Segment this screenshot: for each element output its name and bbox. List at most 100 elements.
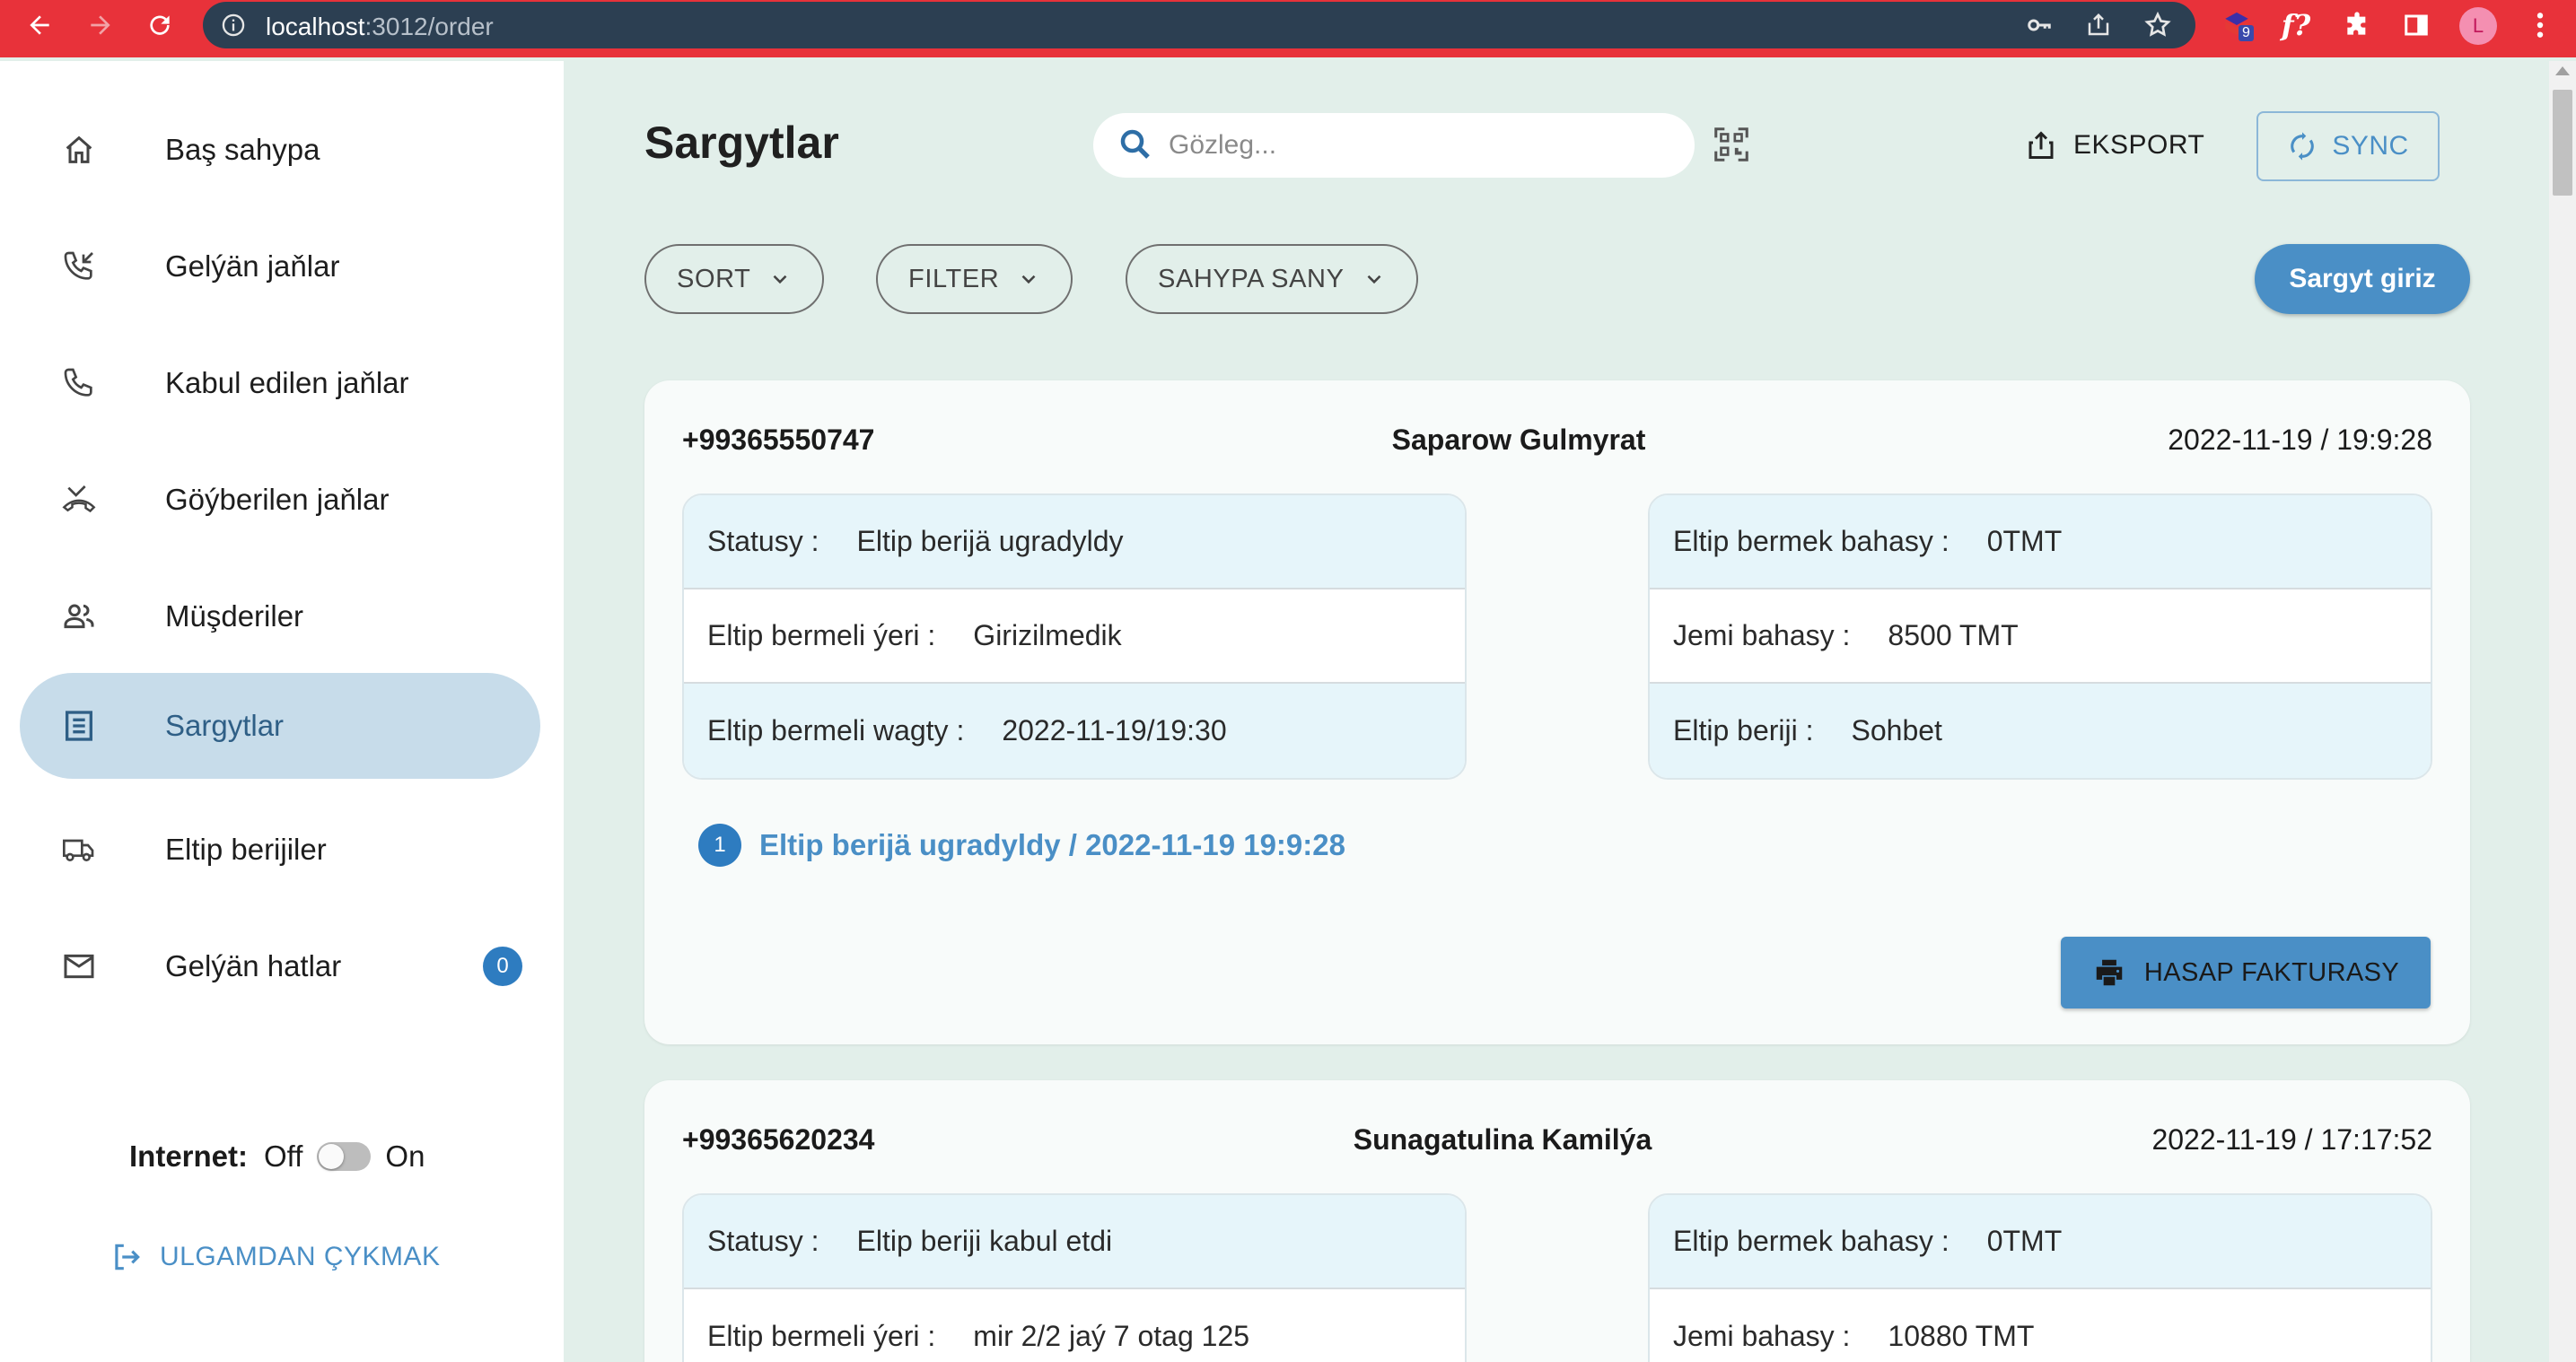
puzzle-icon[interactable]	[2337, 5, 2377, 45]
total-price-row: Jemi bahasy :8500 TMT	[1650, 589, 2431, 684]
logout-icon	[110, 1240, 144, 1274]
address-row: Eltip bermeli ýeri : Girizilmedik	[684, 589, 1465, 684]
sidebar-item-label: Eltip berijiler	[165, 833, 327, 866]
sidebar-item-missed-calls[interactable]: Göýberilen jaňlar	[20, 447, 540, 553]
sidebar-item-orders[interactable]: Sargytlar	[20, 673, 540, 779]
step-number: 1	[698, 824, 741, 867]
extension-badge: 9	[2239, 25, 2254, 41]
missed-call-icon	[59, 482, 99, 518]
truck-icon	[59, 832, 99, 868]
home-icon	[59, 132, 99, 168]
new-order-button[interactable]: Sargyt giriz	[2255, 244, 2470, 314]
sidebar: Baş sahypa Gelýän jaňlar Kabul edilen ja…	[0, 61, 564, 1362]
star-icon[interactable]	[2140, 7, 2176, 43]
internet-toggle[interactable]	[317, 1142, 372, 1171]
scroll-up-arrow-icon[interactable]	[2555, 66, 2570, 75]
internet-on-label: On	[385, 1139, 425, 1173]
step-text: Eltip berijä ugradyldy / 2022-11-19 19:9…	[759, 828, 1345, 861]
order-details-right: Eltip bermek bahasy :0TMT Jemi bahasy :8…	[1648, 493, 2432, 780]
incoming-call-icon	[59, 249, 99, 284]
list-icon	[59, 708, 99, 744]
order-phone: +99365550747	[682, 423, 875, 456]
sync-button[interactable]: SYNC	[2256, 111, 2440, 181]
sidebar-item-label: Sargytlar	[165, 709, 285, 742]
chevron-down-icon	[768, 267, 792, 291]
order-date: 2022-11-19 / 17:17:52	[2151, 1123, 2432, 1156]
qr-scan-icon[interactable]	[1711, 124, 1752, 165]
sort-label: SORT	[677, 264, 751, 293]
reload-icon[interactable]	[138, 5, 181, 45]
internet-off-label: Off	[264, 1139, 303, 1173]
unread-badge: 0	[483, 947, 522, 986]
extension-icon[interactable]: 9	[2217, 5, 2256, 45]
address-bar[interactable]: localhost:3012/order	[203, 2, 2195, 48]
sidebar-item-label: Göýberilen jaňlar	[165, 483, 390, 516]
fx-extension-icon[interactable]: f?	[2276, 5, 2316, 45]
sidebar-item-label: Gelýän hatlar	[165, 949, 342, 982]
side-panel-icon[interactable]	[2396, 5, 2436, 45]
sidebar-item-incoming-calls[interactable]: Gelýän jaňlar	[20, 214, 540, 319]
phone-icon	[59, 365, 99, 401]
logout-button[interactable]: ULGAMDAN ÇYKMAK	[110, 1240, 441, 1274]
share-icon[interactable]	[2081, 7, 2116, 43]
invoice-label: HASAP FAKTURASY	[2143, 957, 2400, 987]
people-icon	[59, 598, 99, 634]
address-row: Eltip bermeli ýeri : mir 2/2 jaý 7 otag 1…	[707, 1320, 1250, 1352]
key-icon[interactable]	[2021, 7, 2057, 43]
back-icon[interactable]	[18, 5, 61, 45]
chevron-down-icon	[1017, 267, 1040, 291]
status-row: Statusy : Eltip beriji kabul etdi	[684, 1195, 1465, 1289]
search-box[interactable]	[1093, 113, 1695, 178]
order-details-left: Statusy : Eltip berijä ugradyldy Eltip be…	[682, 493, 1467, 780]
mail-icon	[59, 948, 99, 984]
sidebar-item-label: Baş sahypa	[165, 133, 320, 166]
status-row: Statusy : Eltip berijä ugradyldy	[684, 495, 1465, 589]
filter-button[interactable]: FILTER	[876, 244, 1073, 314]
invoice-button[interactable]: HASAP FAKTURASY	[2061, 937, 2431, 1008]
export-label: EKSPORT	[2073, 130, 2205, 160]
delivery-time-row: Eltip bermeli wagty :2022-11-19/19:30	[684, 684, 1465, 778]
sync-label: SYNC	[2332, 131, 2409, 161]
sidebar-item-customers[interactable]: Müşderiler	[20, 563, 540, 669]
order-status-step: 1 Eltip berijä ugradyldy / 2022-11-19 19…	[698, 824, 1345, 867]
sidebar-item-label: Gelýän jaňlar	[165, 249, 340, 283]
page-title: Sargytlar	[644, 118, 839, 168]
page-size-button[interactable]: SAHYPA SANY	[1126, 244, 1418, 314]
filter-label: FILTER	[908, 264, 1000, 293]
order-customer-name: Sunagatulina Kamilýa	[1353, 1123, 1652, 1156]
export-button[interactable]: EKSPORT	[2025, 120, 2204, 170]
courier-row: Eltip beriji : Sohbet	[1650, 684, 2431, 778]
browser-toolbar: localhost:3012/order 9 f? L	[0, 0, 2576, 57]
internet-label: Internet:	[129, 1139, 248, 1173]
delivery-price-row: Eltip bermek bahasy :0TMT	[1650, 1195, 2431, 1289]
order-phone: +99365620234	[682, 1123, 875, 1156]
page-scrollbar[interactable]	[2549, 61, 2576, 1362]
forward-icon[interactable]	[79, 5, 122, 45]
internet-switch-row: Internet: Off On	[129, 1139, 425, 1174]
order-details-right: Eltip bermek bahasy :0TMT Jemi bahasy :1…	[1648, 1193, 2432, 1362]
order-card: +99365550747 Saparow Gulmyrat 2022-11-19…	[644, 380, 2470, 1044]
profile-avatar[interactable]: L	[2459, 7, 2497, 45]
sidebar-item-couriers[interactable]: Eltip berijiler	[20, 797, 540, 903]
sort-button[interactable]: SORT	[644, 244, 825, 314]
upload-icon	[2025, 127, 2057, 163]
total-price-row: Jemi bahasy :10880 TMT	[1673, 1320, 2035, 1352]
order-date: 2022-11-19 / 19:9:28	[2168, 423, 2432, 456]
browser-menu-icon[interactable]	[2520, 5, 2560, 45]
search-icon	[1117, 126, 1154, 168]
order-card: +99365620234 Sunagatulina Kamilýa 2022-1…	[644, 1080, 2470, 1362]
sidebar-item-accepted-calls[interactable]: Kabul edilen jaňlar	[20, 330, 540, 436]
scroll-thumb[interactable]	[2553, 90, 2572, 196]
sync-icon	[2287, 131, 2318, 162]
sidebar-item-label: Kabul edilen jaňlar	[165, 366, 409, 399]
sidebar-item-incoming-mail[interactable]: Gelýän hatlar 0	[20, 913, 540, 1019]
delivery-price-row: Eltip bermek bahasy :0TMT	[1650, 495, 2431, 589]
chevron-down-icon	[1362, 267, 1386, 291]
page-size-label: SAHYPA SANY	[1158, 264, 1345, 293]
order-customer-name: Saparow Gulmyrat	[1391, 423, 1646, 456]
search-input[interactable]	[1169, 126, 1671, 165]
new-order-label: Sargyt giriz	[2289, 264, 2436, 293]
sidebar-item-home[interactable]: Baş sahypa	[20, 97, 540, 203]
printer-icon	[2092, 956, 2126, 990]
site-info-icon[interactable]	[221, 13, 246, 42]
